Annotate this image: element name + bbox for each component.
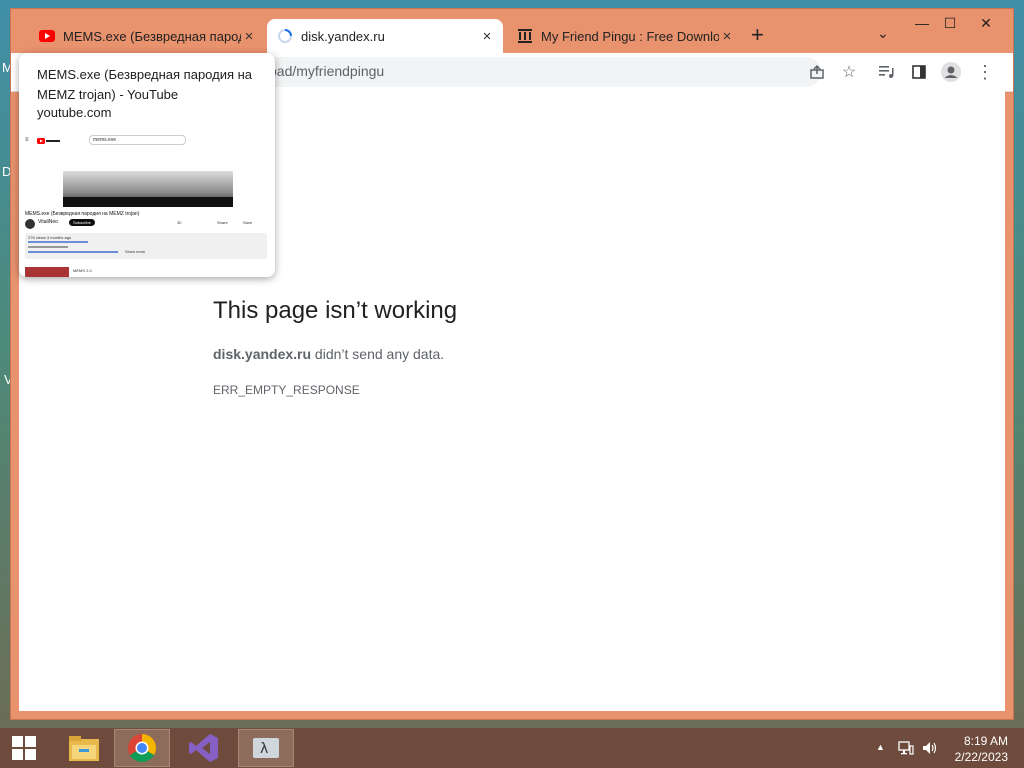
yt-video-player — [63, 171, 233, 207]
close-tab-icon[interactable]: × — [719, 28, 735, 45]
lambda-app-icon: λ — [253, 738, 279, 758]
windows-logo-icon — [12, 736, 36, 760]
address-bar-url: oad/myfriendpingu — [269, 63, 385, 79]
yt-desc-link — [28, 251, 118, 253]
tab-search-icon[interactable]: ⌄ — [877, 25, 889, 42]
youtube-logo-icon — [37, 138, 60, 144]
tab-title: My Friend Pingu : Free Download, Borrow,… — [541, 28, 719, 44]
visual-studio-icon — [189, 734, 218, 762]
yt-share-button: Share — [217, 220, 228, 225]
tab-internet-archive[interactable]: My Friend Pingu : Free Download, Borrow,… — [507, 19, 743, 53]
tab-disk-yandex[interactable]: disk.yandex.ru × — [267, 19, 503, 53]
yt-description-box: 276 views 3 months ago Show more — [25, 233, 267, 259]
tab-title: disk.yandex.ru — [301, 28, 385, 44]
yt-menu-icon: ≡ — [25, 137, 29, 143]
tab-hover-card: MEMS.exe (Безвредная пародия на MEMZ tro… — [19, 53, 275, 277]
yt-save-button: Save — [243, 220, 253, 225]
tab-youtube[interactable]: MEMS.exe (Безвредная пародия на MEMZ tro… — [29, 19, 265, 53]
tab-strip: MEMS.exe (Безвредная пародия на MEMZ tro… — [11, 9, 1013, 53]
taskbar-file-explorer[interactable] — [56, 729, 112, 767]
hover-card-title: MEMS.exe (Безвредная пародия на MEMZ tro… — [37, 67, 253, 102]
new-tab-button[interactable]: + — [751, 23, 764, 47]
yt-show-more: Show more — [125, 249, 146, 254]
clock-date: 2/22/2023 — [954, 750, 1008, 764]
tab-title: MEMS.exe (Безвредная пародия на MEMZ tro… — [63, 28, 241, 44]
yt-search-box: mems.exe — [89, 135, 186, 145]
close-tab-icon[interactable]: × — [241, 28, 257, 45]
yt-related-title: MEMS 2.0 — [73, 268, 92, 273]
yt-channel-name: VitaliNeo — [38, 219, 58, 225]
menu-kebab-icon[interactable]: ⋮ — [975, 62, 995, 82]
maximize-button[interactable]: ☐ — [933, 9, 967, 37]
hover-card-domain: youtube.com — [37, 105, 112, 120]
close-window-button[interactable]: ✕ — [969, 9, 1003, 37]
taskbar-lambda-app[interactable]: λ — [238, 729, 294, 767]
yt-like-count: 30 — [177, 220, 182, 225]
clock-time: 8:19 AM — [963, 734, 1008, 748]
side-panel-icon[interactable] — [909, 62, 929, 82]
system-clock[interactable]: 8:19 AM 2/22/2023 — [955, 733, 1008, 765]
profile-avatar-icon[interactable] — [941, 62, 961, 82]
svg-text:λ: λ — [260, 741, 268, 757]
error-message: disk.yandex.ru didn’t send any data. — [213, 346, 444, 362]
hover-card-thumbnail: ≡ mems.exe MEMS.exe (Безвредная пародия … — [21, 131, 273, 277]
error-title: This page isn’t working — [213, 297, 458, 324]
file-explorer-icon — [69, 736, 99, 761]
yt-desc-line — [28, 246, 68, 248]
yt-related-thumb — [25, 267, 69, 277]
error-host: disk.yandex.ru — [213, 346, 312, 362]
tray-overflow-icon[interactable]: ▲ — [876, 742, 885, 752]
error-message-text: didn’t send any data. — [311, 346, 445, 362]
media-control-icon[interactable] — [877, 62, 897, 82]
yt-description-views: 276 views 3 months ago — [28, 235, 72, 240]
yt-desc-link — [28, 241, 88, 243]
network-icon[interactable] — [898, 740, 914, 759]
volume-icon[interactable] — [922, 740, 938, 759]
archive-icon — [517, 28, 533, 44]
yt-video-title: MEMS.exe (Безвредная пародия на MEMZ tro… — [25, 211, 140, 217]
share-icon[interactable] — [807, 62, 827, 82]
taskbar-visual-studio[interactable] — [176, 729, 232, 767]
taskbar: λ ▲ 8:19 AM 2/22/2023 — [0, 728, 1024, 768]
yt-subscribe-button: Subscribe — [69, 219, 95, 226]
youtube-icon — [39, 28, 55, 44]
chrome-icon — [128, 734, 156, 762]
yt-channel-avatar — [25, 219, 35, 229]
error-code: ERR_EMPTY_RESPONSE — [213, 383, 360, 397]
taskbar-chrome[interactable] — [114, 729, 170, 767]
start-button[interactable] — [0, 729, 48, 767]
close-tab-icon[interactable]: × — [479, 28, 495, 45]
bookmark-star-icon[interactable]: ☆ — [839, 62, 859, 82]
loading-spinner-icon — [277, 28, 293, 44]
